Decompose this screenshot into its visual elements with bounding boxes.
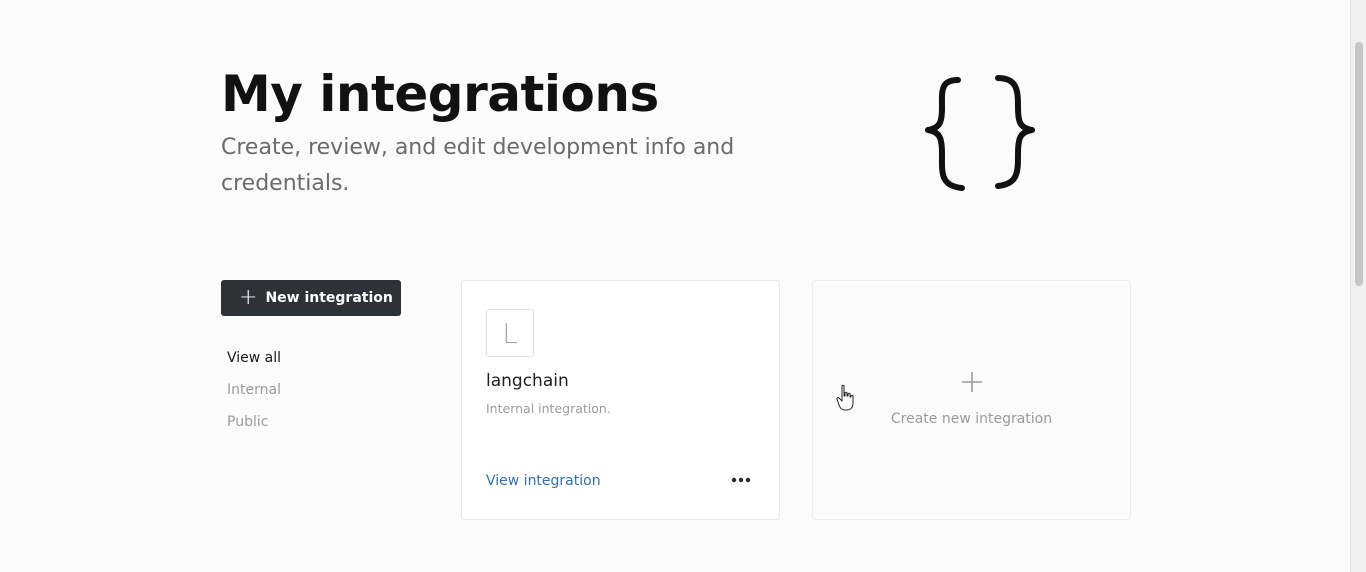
create-new-integration-label: Create new integration <box>890 411 1053 427</box>
hand-pointer-icon <box>836 384 854 411</box>
scrollbar-thumb[interactable] <box>1355 42 1363 286</box>
view-integration-link[interactable]: View integration <box>486 473 601 489</box>
integrations-page: My integrations Create, review, and edit… <box>0 0 1350 572</box>
new-integration-label: New integration <box>265 290 393 306</box>
filter-internal[interactable]: Internal <box>227 374 281 406</box>
ellipsis-icon <box>731 477 751 483</box>
integration-filters: View all Internal Public <box>227 342 281 438</box>
integration-card: L langchain Internal integration. View i… <box>461 280 780 520</box>
new-integration-button[interactable]: + New integration <box>221 280 401 316</box>
page-scrollbar[interactable] <box>1350 0 1366 572</box>
integration-description: Internal integration. <box>486 401 611 416</box>
filter-public[interactable]: Public <box>227 406 281 438</box>
curly-braces-icon <box>925 75 1035 191</box>
plus-icon: + <box>239 285 258 310</box>
integration-name: langchain <box>486 371 569 391</box>
filter-view-all[interactable]: View all <box>227 342 281 374</box>
page-subtitle: Create, review, and edit development inf… <box>221 135 735 196</box>
create-new-integration-card[interactable]: Create new integration <box>812 280 1131 520</box>
integration-avatar: L <box>486 309 534 357</box>
more-options-button[interactable] <box>728 469 754 491</box>
page-title: My integrations <box>221 65 659 123</box>
plus-icon <box>962 372 982 392</box>
